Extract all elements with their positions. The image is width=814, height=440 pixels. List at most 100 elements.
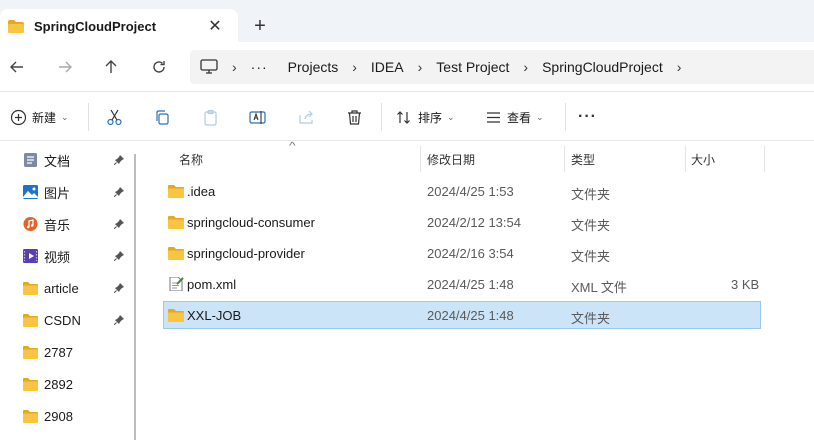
sidebar-item-2787[interactable]: 2787	[0, 336, 132, 368]
file-type: 文件夹	[571, 311, 611, 326]
sidebar-item-csdn[interactable]: CSDN	[0, 304, 132, 336]
sort-ascending-icon: ^	[289, 141, 296, 152]
share-icon	[299, 110, 313, 124]
paste-button[interactable]	[202, 105, 219, 129]
sidebar-item-documents[interactable]: 文档	[0, 144, 132, 176]
divider	[565, 103, 566, 131]
file-row-xxl-job[interactable]: XXL-JOB 2024/4/25 1:48 文件夹	[163, 301, 761, 329]
tab-springcloudproject[interactable]: SpringCloudProject ✕	[0, 9, 238, 43]
cut-button[interactable]	[106, 105, 123, 129]
sidebar-item-label: 2908	[44, 408, 73, 424]
column-divider[interactable]	[764, 146, 765, 172]
file-row-idea[interactable]: .idea 2024/4/25 1:53 文件夹	[163, 177, 761, 205]
view-button[interactable]: 查看 ⌄	[485, 105, 544, 129]
breadcrumb-overflow[interactable]: ···	[251, 59, 268, 75]
file-name: springcloud-provider	[187, 246, 305, 261]
folder-icon	[23, 346, 38, 359]
share-button[interactable]	[298, 105, 315, 129]
file-name: springcloud-consumer	[187, 215, 315, 230]
rename-icon	[249, 110, 266, 124]
address-bar[interactable]: › ··· Projects › IDEA › Test Project › S…	[190, 50, 814, 84]
sidebar-item-label: 视频	[44, 249, 71, 265]
folder-icon	[168, 309, 184, 322]
column-name[interactable]: 名称	[179, 151, 203, 168]
up-arrow-icon[interactable]	[99, 55, 123, 79]
sidebar-item-2892[interactable]: 2892	[0, 368, 132, 400]
file-modified: 2024/4/25 1:48	[427, 308, 514, 323]
chevron-right-icon[interactable]: ›	[677, 59, 682, 75]
rename-button[interactable]	[249, 105, 266, 129]
xml-file-icon	[169, 277, 184, 291]
music-icon	[23, 217, 38, 231]
navigation-bar: › ··· Projects › IDEA › Test Project › S…	[0, 42, 814, 92]
breadcrumb-projects[interactable]: Projects	[288, 59, 339, 75]
pin-icon[interactable]	[114, 283, 124, 293]
file-type: 文件夹	[571, 249, 611, 264]
chevron-right-icon[interactable]: ›	[418, 59, 423, 75]
file-name: .idea	[187, 184, 216, 199]
chevron-down-icon: ⌄	[447, 111, 455, 122]
close-icon[interactable]: ✕	[204, 15, 226, 37]
file-size: 3 KB	[731, 277, 760, 292]
file-modified: 2024/4/25 1:48	[427, 277, 514, 292]
sidebar-item-pictures[interactable]: 图片	[0, 176, 132, 208]
pin-icon[interactable]	[114, 251, 124, 261]
breadcrumb-idea[interactable]: IDEA	[371, 59, 404, 75]
forward-arrow-icon[interactable]	[53, 55, 77, 79]
refresh-icon[interactable]	[147, 55, 171, 79]
back-arrow-icon[interactable]	[5, 55, 29, 79]
trash-icon	[348, 109, 361, 125]
column-divider[interactable]	[685, 146, 686, 172]
file-row-pom-xml[interactable]: pom.xml 2024/4/25 1:48 XML 文件 3 KB	[163, 270, 761, 298]
divider	[88, 103, 89, 131]
chevron-right-icon[interactable]: ›	[232, 59, 237, 75]
new-tab-button[interactable]: +	[248, 14, 272, 38]
monitor-icon[interactable]	[200, 59, 218, 75]
chevron-right-icon[interactable]: ›	[352, 59, 357, 75]
column-type[interactable]: 类型	[571, 151, 595, 168]
new-label: 新建	[32, 110, 57, 125]
column-divider[interactable]	[420, 146, 421, 172]
divider	[381, 103, 382, 131]
file-name: pom.xml	[187, 277, 237, 292]
pin-icon[interactable]	[114, 187, 124, 197]
file-list: ^ 名称 修改日期 类型 大小 .idea 2024/4/25 1:53 文件夹…	[146, 141, 814, 440]
sidebar-item-label: CSDN	[44, 312, 81, 328]
file-row-springcloud-consumer[interactable]: springcloud-consumer 2024/2/12 13:54 文件夹	[163, 208, 761, 236]
breadcrumb-test-project[interactable]: Test Project	[436, 59, 509, 75]
pictures-icon	[23, 185, 38, 199]
file-name: XXL-JOB	[187, 308, 242, 323]
file-row-springcloud-provider[interactable]: springcloud-provider 2024/2/16 3:54 文件夹	[163, 239, 761, 267]
sidebar-scrollbar[interactable]	[134, 154, 136, 440]
sidebar-item-label: 2787	[44, 344, 73, 360]
column-modified[interactable]: 修改日期	[427, 151, 475, 168]
column-divider[interactable]	[564, 146, 565, 172]
sort-icon	[397, 110, 410, 124]
breadcrumb-springcloudproject[interactable]: SpringCloudProject	[542, 59, 663, 75]
sidebar-item-2908[interactable]: 2908	[0, 400, 132, 432]
file-type: 文件夹	[571, 187, 611, 202]
file-modified: 2024/4/25 1:53	[427, 184, 514, 199]
column-size[interactable]: 大小	[691, 151, 715, 168]
sidebar-item-label: 图片	[44, 185, 71, 201]
file-modified: 2024/2/12 13:54	[427, 215, 521, 230]
view-label: 查看	[507, 110, 532, 125]
sidebar-item-article[interactable]: article	[0, 272, 132, 304]
sort-button[interactable]: 排序 ⌄	[396, 105, 455, 129]
clipboard-icon	[204, 109, 217, 126]
pin-icon[interactable]	[114, 155, 124, 165]
pin-icon[interactable]	[114, 219, 124, 229]
sidebar-item-videos[interactable]: 视频	[0, 240, 132, 272]
delete-button[interactable]	[346, 105, 363, 129]
folder-icon	[168, 185, 184, 198]
sidebar-item-label: article	[44, 280, 79, 296]
pin-icon[interactable]	[114, 315, 124, 325]
folder-icon	[23, 410, 38, 423]
new-button[interactable]: 新建 ⌄	[10, 105, 69, 129]
copy-button[interactable]	[154, 105, 171, 129]
sidebar-item-music[interactable]: 音乐	[0, 208, 132, 240]
folder-icon	[168, 247, 184, 260]
chevron-down-icon: ⌄	[61, 111, 69, 122]
chevron-right-icon[interactable]: ›	[523, 59, 528, 75]
more-options-button[interactable]: ···	[578, 105, 597, 129]
